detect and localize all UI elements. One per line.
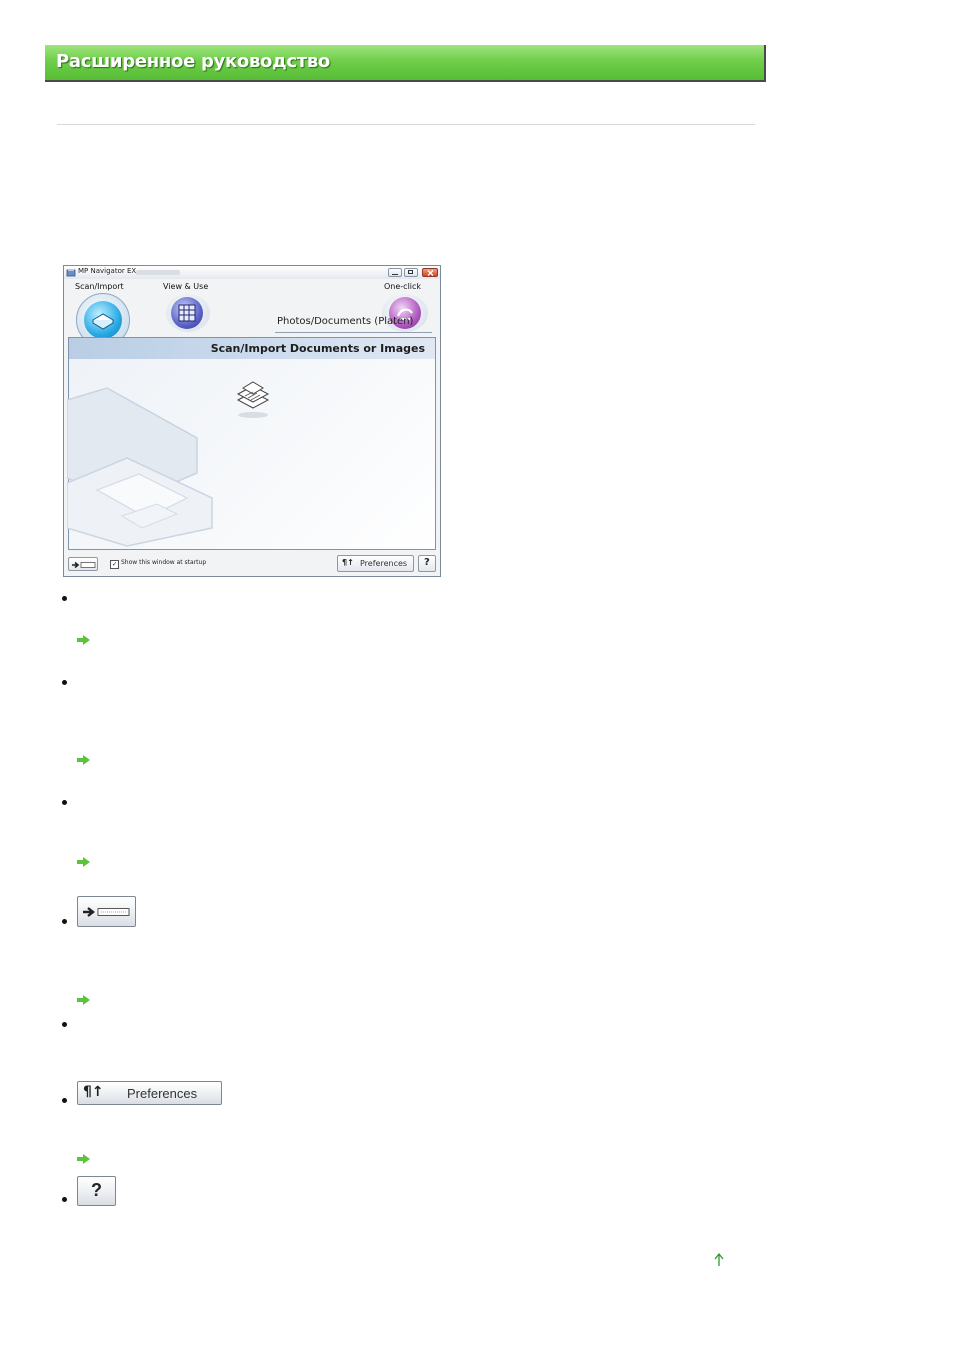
scan-import-panel: Scan/Import Documents or Images bbox=[67, 337, 436, 550]
startup-checkbox-label: Show this window at startup bbox=[121, 559, 207, 566]
list-bullet bbox=[62, 1197, 67, 1202]
view-use-icon bbox=[171, 297, 203, 329]
link-arrow-icon[interactable] bbox=[76, 754, 92, 766]
photos-documents-label[interactable]: Photos/Documents (Platen) bbox=[277, 316, 413, 327]
list-bullet bbox=[62, 919, 67, 924]
preferences-button-image: ¶↑ Preferences bbox=[77, 1081, 222, 1105]
list-bullet bbox=[62, 1022, 67, 1027]
mp-navigator-screenshot: MP Navigator EX Scan/Import View & Use O… bbox=[63, 265, 441, 577]
wrench-icon: ¶↑ bbox=[342, 558, 354, 567]
tab-view-use[interactable] bbox=[166, 294, 210, 332]
maximize-icon[interactable] bbox=[404, 268, 418, 277]
manual-title: Расширенное руководство bbox=[56, 51, 330, 72]
preferences-button-small[interactable]: ¶↑ Preferences bbox=[337, 555, 414, 572]
scanner-illustration bbox=[67, 387, 213, 547]
help-button-label: ? bbox=[91, 1180, 102, 1200]
list-bullet bbox=[62, 1098, 67, 1103]
window-titlebar: MP Navigator EX bbox=[64, 266, 440, 279]
link-arrow-icon[interactable] bbox=[76, 994, 92, 1006]
help-button-small[interactable]: ? bbox=[418, 555, 436, 572]
minimize-icon[interactable] bbox=[388, 268, 402, 277]
panel-title: Scan/Import Documents or Images bbox=[210, 342, 425, 355]
close-icon[interactable] bbox=[422, 268, 438, 277]
list-bullet bbox=[62, 680, 67, 685]
model-name-blur bbox=[136, 270, 180, 275]
link-arrow-icon[interactable] bbox=[76, 856, 92, 868]
list-bullet bbox=[62, 596, 67, 601]
tab-view-use-label: View & Use bbox=[163, 282, 209, 291]
scanner-icon bbox=[84, 301, 122, 339]
compact-mode-button[interactable] bbox=[68, 557, 98, 571]
photos-documents-icon[interactable] bbox=[235, 380, 275, 420]
item-underline bbox=[275, 332, 432, 333]
tab-scan-import-label: Scan/Import bbox=[75, 282, 124, 291]
back-to-top-arrow-icon[interactable] bbox=[713, 1252, 725, 1267]
tab-one-click-label: One-click bbox=[384, 282, 422, 291]
list-bullet bbox=[62, 800, 67, 805]
manual-header-banner: Расширенное руководство bbox=[45, 45, 766, 82]
link-arrow-icon[interactable] bbox=[76, 634, 92, 646]
preferences-button-label: Preferences bbox=[127, 1086, 198, 1101]
horizontal-rule bbox=[57, 124, 755, 125]
window-title: MP Navigator EX bbox=[78, 267, 137, 275]
wrench-icon: ¶↑ bbox=[83, 1084, 104, 1100]
preferences-label-small: Preferences bbox=[360, 559, 408, 568]
help-button-image: ? bbox=[77, 1176, 116, 1206]
compact-mode-icon bbox=[83, 907, 130, 917]
app-icon bbox=[66, 269, 76, 277]
startup-checkbox[interactable]: ✓ bbox=[110, 560, 119, 569]
help-label-small: ? bbox=[424, 557, 430, 568]
link-arrow-icon[interactable] bbox=[76, 1153, 92, 1165]
panel-header: Scan/Import Documents or Images bbox=[69, 338, 435, 359]
compact-mode-button-image bbox=[77, 896, 136, 927]
